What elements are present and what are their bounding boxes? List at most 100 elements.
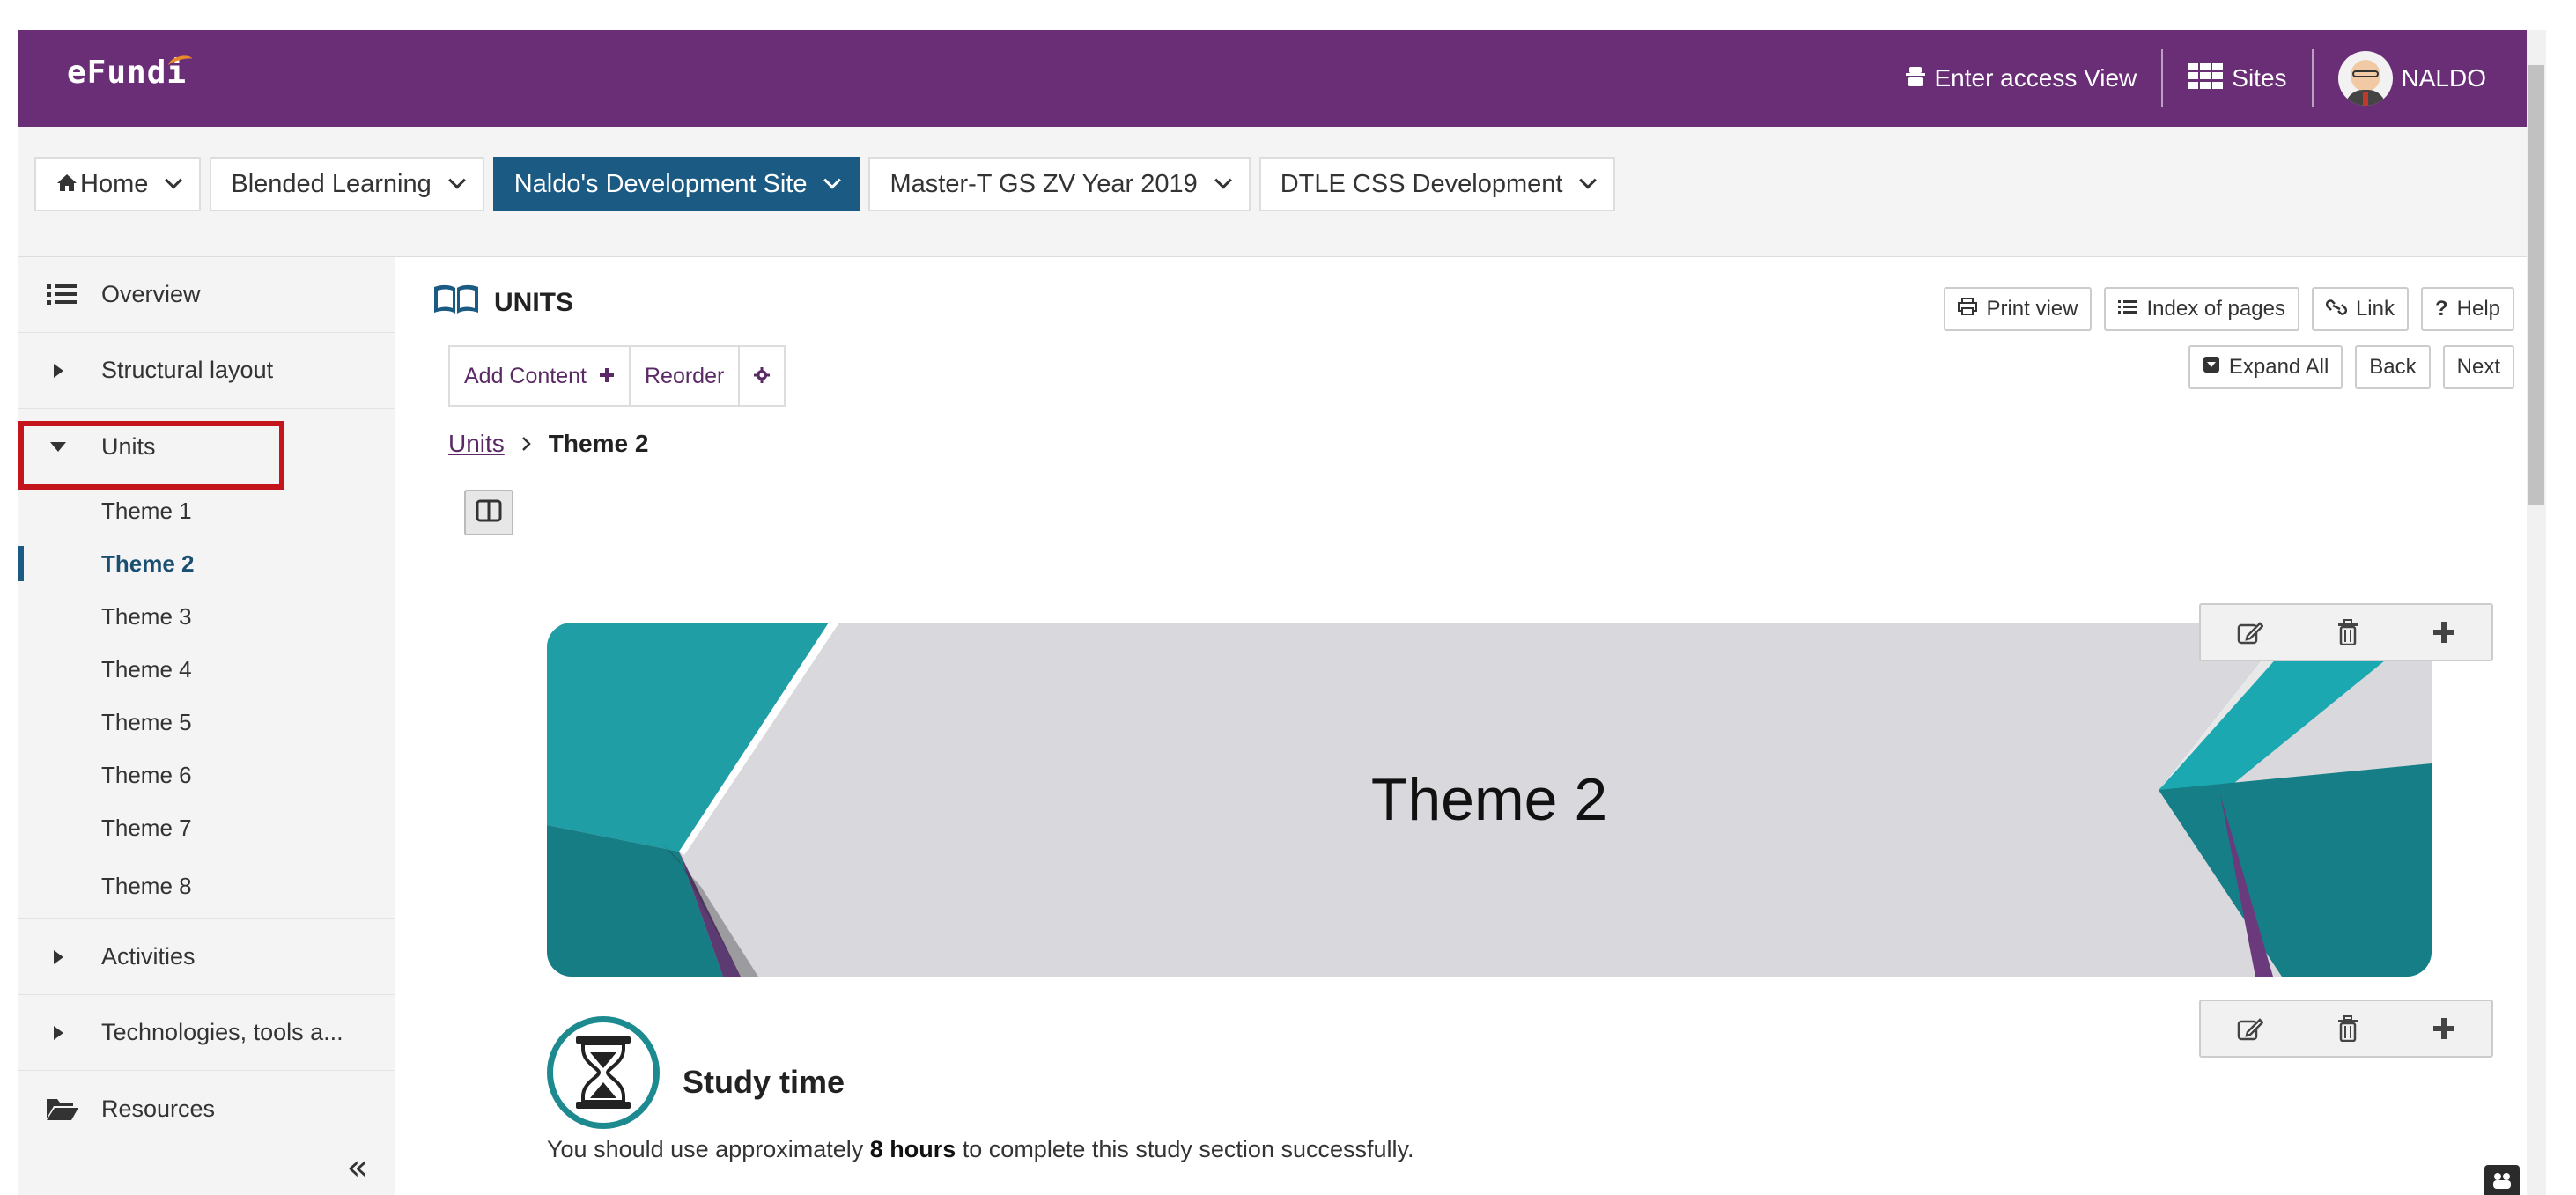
study-time-text: You should use approximately 8 hours to …: [547, 1136, 1414, 1163]
sidebar-item-label: Overview: [101, 281, 201, 307]
sidebar-subitem-theme-5[interactable]: Theme 5: [18, 696, 395, 749]
sidebar-subitem-theme-1[interactable]: Theme 1: [18, 484, 395, 537]
sites-label: Sites: [2232, 64, 2287, 92]
page-navigation: Expand All Back Next: [2188, 345, 2514, 389]
tab-blended-learning[interactable]: Blended Learning: [210, 157, 484, 211]
scrollbar[interactable]: [2527, 30, 2546, 1195]
plus-icon[interactable]: [2432, 621, 2455, 644]
study-hours: 8 hours: [869, 1136, 956, 1162]
sidebar: Overview Structural layout Units Theme 1…: [18, 257, 395, 1195]
incognito-icon: [1906, 64, 1926, 92]
page-actions: Print view Index of pages Link ? Help: [1944, 287, 2514, 331]
page-title-label: UNITS: [494, 288, 573, 317]
sidebar-subitem-theme-6[interactable]: Theme 6: [18, 749, 395, 801]
study-time-title: Study time: [683, 1064, 845, 1100]
grid-icon: [2188, 62, 2224, 95]
sidebar-item-label: Resources: [101, 1095, 216, 1122]
study-text-part: You should use approximately: [547, 1136, 870, 1162]
chevron-down-icon[interactable]: [447, 171, 466, 189]
expand-icon: [2203, 355, 2220, 380]
breadcrumb-units-link[interactable]: Units: [448, 430, 505, 458]
link-button[interactable]: Link: [2311, 287, 2409, 331]
tab-label: DTLE CSS Development: [1280, 169, 1563, 198]
sidebar-item-label: Structural layout: [101, 357, 274, 383]
theme-banner: Theme 2: [547, 623, 2432, 977]
sidebar-item-technologies[interactable]: Technologies, tools a...: [18, 995, 395, 1071]
index-of-pages-label: Index of pages: [2146, 297, 2285, 321]
chevron-down-icon[interactable]: [165, 171, 183, 189]
top-bar: eFundi Enter access View Sites NALDO: [18, 30, 2546, 127]
enter-access-view-button[interactable]: Enter access View: [1881, 49, 2161, 107]
list-icon: [47, 284, 84, 306]
gear-icon: [754, 364, 771, 389]
expand-all-button[interactable]: Expand All: [2188, 345, 2343, 389]
main-content: UNITS Add Content Reorder Print view Ind…: [395, 257, 2546, 1195]
back-button[interactable]: Back: [2355, 345, 2431, 389]
reorder-label: Reorder: [645, 363, 725, 388]
trash-icon[interactable]: [2336, 619, 2359, 645]
link-label: Link: [2355, 297, 2395, 321]
chevron-down-icon[interactable]: [1579, 171, 1598, 189]
study-item-tools: [2199, 1000, 2493, 1058]
book-open-icon: [432, 284, 480, 322]
chevron-right-icon: [520, 430, 533, 458]
tab-home[interactable]: Home: [34, 157, 202, 211]
sidebar-subitem-theme-4[interactable]: Theme 4: [18, 643, 395, 696]
sidebar-subitem-theme-8[interactable]: Theme 8: [18, 854, 395, 919]
efundi-logo[interactable]: eFundi: [67, 55, 187, 91]
help-button[interactable]: ? Help: [2420, 287, 2514, 331]
tab-naldos-development-site[interactable]: Naldo's Development Site: [492, 157, 860, 211]
folder-open-icon: [47, 1097, 84, 1120]
reorder-button[interactable]: Reorder: [631, 347, 741, 405]
tab-dtle-css-development[interactable]: DTLE CSS Development: [1258, 157, 1616, 211]
sites-button[interactable]: Sites: [2163, 49, 2311, 107]
link-icon: [2325, 297, 2347, 321]
settings-button[interactable]: [740, 347, 785, 405]
trash-icon[interactable]: [2336, 1015, 2359, 1042]
plus-icon[interactable]: [2432, 1017, 2455, 1040]
column-layout-button[interactable]: [464, 490, 513, 535]
print-view-button[interactable]: Print view: [1944, 287, 2093, 331]
edit-icon[interactable]: [2237, 1016, 2264, 1041]
caret-right-icon: [54, 949, 63, 964]
collapse-sidebar-button[interactable]: «: [347, 1147, 368, 1188]
sidebar-item-resources[interactable]: Resources: [18, 1071, 395, 1147]
help-icon: ?: [2434, 297, 2448, 321]
sidebar-subitem-theme-2[interactable]: Theme 2: [18, 537, 395, 590]
sidebar-subitem-theme-7[interactable]: Theme 7: [18, 801, 395, 854]
help-chat-button[interactable]: [2484, 1165, 2520, 1195]
help-label: Help: [2456, 297, 2500, 321]
sidebar-item-overview[interactable]: Overview: [18, 257, 395, 333]
sidebar-subitem-theme-3[interactable]: Theme 3: [18, 590, 395, 643]
study-time-block: Study time: [547, 1016, 845, 1129]
home-icon: [55, 170, 78, 199]
index-of-pages-button[interactable]: Index of pages: [2104, 287, 2299, 331]
avatar: [2337, 51, 2393, 106]
site-tabs: Home Blended Learning Naldo's Developmen…: [34, 157, 1616, 211]
banner-title: Theme 2: [1370, 766, 1608, 833]
tab-master-t-gs-zv[interactable]: Master-T GS ZV Year 2019: [868, 157, 1251, 211]
edit-icon[interactable]: [2237, 620, 2264, 645]
chevron-down-icon[interactable]: [1214, 171, 1232, 189]
tab-label: Blended Learning: [231, 169, 432, 198]
caret-right-icon: [54, 1025, 63, 1040]
add-content-label: Add Content: [464, 363, 587, 388]
tab-label: Master-T GS ZV Year 2019: [889, 169, 1198, 198]
print-view-label: Print view: [1986, 297, 2078, 321]
next-button[interactable]: Next: [2442, 345, 2514, 389]
user-name: NALDO: [2401, 64, 2486, 92]
scrollbar-thumb[interactable]: [2528, 65, 2544, 505]
units-highlight-box: [18, 421, 284, 490]
user-menu-button[interactable]: NALDO: [2314, 49, 2511, 107]
sidebar-item-label: Activities: [101, 943, 196, 970]
sidebar-item-activities[interactable]: Activities: [18, 919, 395, 995]
tab-label: Home: [80, 169, 149, 198]
page-title: UNITS: [432, 284, 573, 322]
sites-bar: Home Blended Learning Naldo's Developmen…: [18, 127, 2546, 257]
add-content-button[interactable]: Add Content: [450, 347, 631, 405]
sidebar-item-structural-layout[interactable]: Structural layout: [18, 333, 395, 409]
chevron-down-icon[interactable]: [823, 171, 842, 189]
banner-item-tools: [2199, 603, 2493, 661]
columns-icon: [476, 499, 502, 526]
chat-icon: [2491, 1171, 2513, 1194]
